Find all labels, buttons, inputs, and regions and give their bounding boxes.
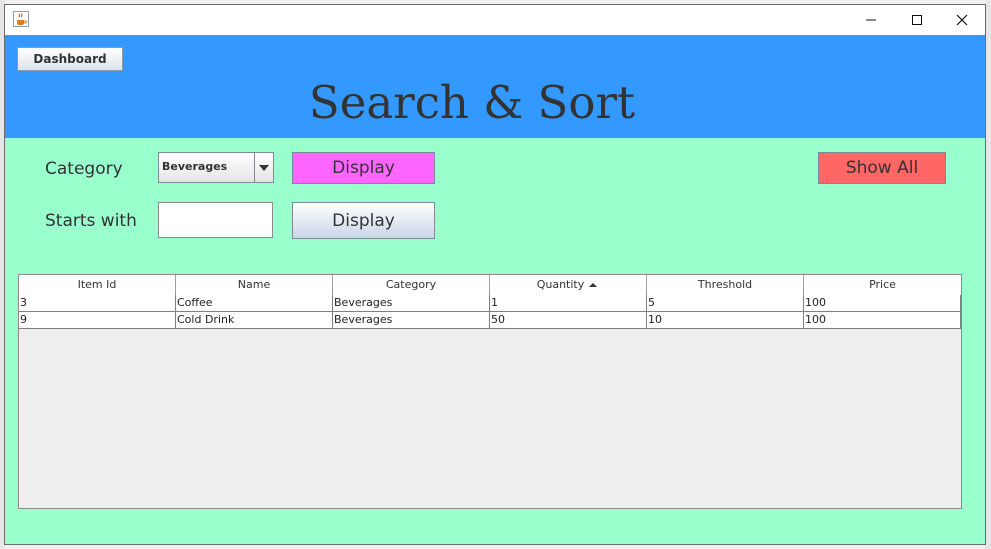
- cell-name[interactable]: Coffee: [176, 295, 333, 311]
- cell-category[interactable]: Beverages: [333, 295, 490, 311]
- column-header-category[interactable]: Category: [333, 275, 490, 295]
- cell-name[interactable]: Cold Drink: [176, 312, 333, 328]
- category-dropdown-value: Beverages: [162, 160, 228, 173]
- results-table[interactable]: Item Id Name Category Quantity Threshold…: [18, 274, 962, 509]
- dropdown-arrow-icon[interactable]: [254, 153, 273, 182]
- maximize-icon: [912, 15, 922, 25]
- table-row[interactable]: 9 Cold Drink Beverages 50 10 100: [19, 312, 961, 329]
- cell-threshold[interactable]: 5: [647, 295, 804, 311]
- cell-item-id[interactable]: 9: [19, 312, 176, 328]
- starts-with-label: Starts with: [45, 211, 137, 231]
- display-category-button[interactable]: Display: [292, 152, 435, 184]
- display-starts-with-button[interactable]: Display: [292, 202, 435, 239]
- category-label: Category: [45, 159, 123, 179]
- starts-with-input[interactable]: [158, 202, 273, 238]
- cell-item-id[interactable]: 3: [19, 295, 176, 311]
- page-title: Search & Sort: [308, 76, 636, 129]
- column-header-threshold[interactable]: Threshold: [647, 275, 804, 295]
- maximize-button[interactable]: [894, 5, 940, 35]
- app-window: Dashboard Search & Sort Category Beverag…: [4, 4, 986, 545]
- minimize-icon: [866, 19, 876, 21]
- sort-ascending-icon: [589, 283, 598, 287]
- header-panel: Dashboard Search & Sort: [5, 35, 985, 138]
- category-dropdown[interactable]: Beverages: [158, 152, 274, 183]
- minimize-button[interactable]: [848, 5, 894, 35]
- column-header-quantity[interactable]: Quantity: [490, 275, 647, 295]
- close-button[interactable]: [939, 5, 985, 35]
- show-all-button[interactable]: Show All: [818, 152, 946, 184]
- close-icon: [956, 14, 968, 26]
- cell-quantity[interactable]: 50: [490, 312, 647, 328]
- title-bar: [5, 5, 985, 35]
- dashboard-button[interactable]: Dashboard: [17, 47, 123, 71]
- cell-threshold[interactable]: 10: [647, 312, 804, 328]
- table-row[interactable]: 3 Coffee Beverages 1 5 100: [19, 295, 961, 312]
- cell-price[interactable]: 100: [804, 312, 961, 328]
- cell-price[interactable]: 100: [804, 295, 961, 311]
- column-header-item-id[interactable]: Item Id: [19, 275, 176, 295]
- table-header-row: Item Id Name Category Quantity Threshold…: [19, 275, 961, 296]
- cell-quantity[interactable]: 1: [490, 295, 647, 311]
- cell-category[interactable]: Beverages: [333, 312, 490, 328]
- column-header-price[interactable]: Price: [804, 275, 961, 295]
- column-header-name[interactable]: Name: [176, 275, 333, 295]
- java-cup-icon: [13, 11, 29, 27]
